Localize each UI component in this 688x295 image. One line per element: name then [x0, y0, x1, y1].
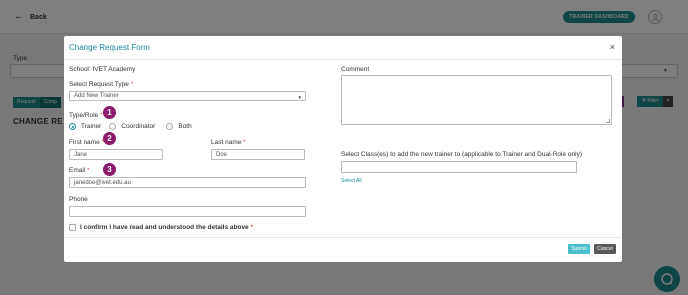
radio-trainer[interactable] — [69, 123, 76, 130]
request-type-value: Add New Trainer — [74, 93, 119, 99]
email-field[interactable]: janedoe@ivet.edu.au — [69, 177, 306, 188]
role-radio-group: Trainer Coordinator Both — [69, 123, 192, 130]
phone-field[interactable] — [69, 206, 306, 217]
cancel-button[interactable]: Cancel — [594, 244, 616, 254]
comment-label: Comment — [341, 66, 370, 73]
email-label: Email * — [69, 167, 90, 174]
email-value: janedoe@ivet.edu.au — [74, 179, 131, 186]
phone-label: Phone — [69, 196, 88, 203]
radio-coordinator[interactable] — [109, 123, 117, 130]
request-type-select[interactable]: Add New Trainer ▼ — [69, 91, 306, 101]
class-select-label: Select Class(es) to add the new trainer … — [341, 151, 582, 158]
radio-both-label: Both — [178, 123, 192, 130]
first-name-field[interactable]: Jane — [69, 149, 163, 160]
step-badge-2: 2 — [103, 132, 116, 145]
school-label: School: IVET Academy — [69, 66, 136, 73]
radio-trainer-label: Trainer — [81, 123, 102, 130]
last-name-value: Doe — [216, 151, 228, 158]
confirm-label: I confirm I have read and understood the… — [80, 224, 254, 231]
confirm-checkbox[interactable] — [69, 224, 76, 231]
last-name-label: Last name * — [211, 139, 246, 146]
close-icon[interactable]: × — [610, 42, 615, 52]
request-type-label: Select Request Type * — [69, 81, 134, 88]
modal-title: Change Request Form — [69, 43, 150, 52]
chevron-down-icon: ▼ — [297, 95, 302, 100]
first-name-label: First name * — [69, 139, 105, 146]
radio-both[interactable] — [166, 123, 174, 130]
change-request-modal: Change Request Form × School: IVET Acade… — [64, 36, 622, 262]
comment-textarea[interactable] — [341, 75, 612, 125]
step-badge-3: 3 — [103, 163, 116, 176]
resize-handle-icon[interactable] — [606, 119, 610, 123]
select-all-link[interactable]: Select All — [341, 178, 362, 184]
step-badge-1: 1 — [103, 106, 116, 119]
submit-button[interactable]: Submit — [568, 244, 590, 254]
last-name-field[interactable]: Doe — [211, 149, 305, 160]
radio-coordinator-label: Coordinator — [121, 123, 156, 130]
header-divider — [64, 59, 622, 60]
type-role-label: Type/Role * — [69, 112, 103, 119]
first-name-value: Jane — [74, 151, 88, 158]
class-select-field[interactable] — [341, 161, 577, 173]
footer-divider — [64, 237, 622, 238]
